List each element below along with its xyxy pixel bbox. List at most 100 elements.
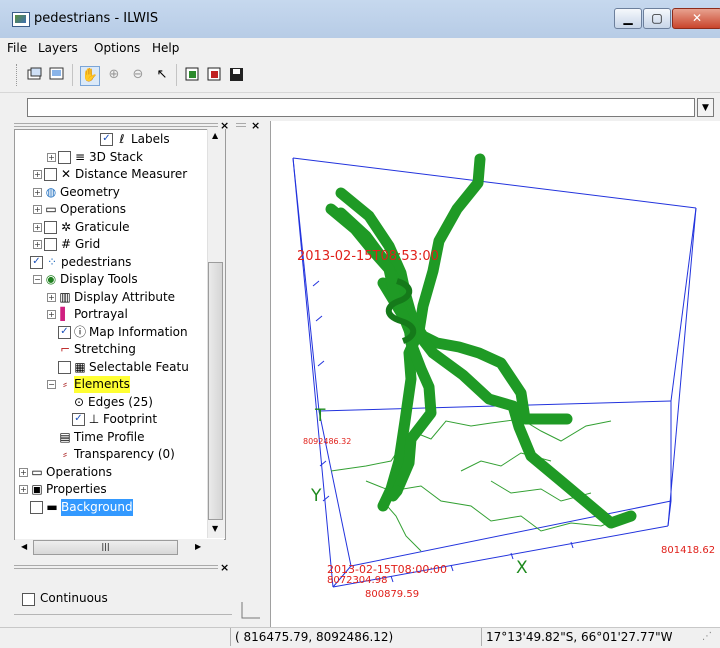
select-pointer-icon[interactable]: ↖ xyxy=(153,66,171,84)
expand-icon[interactable]: + xyxy=(47,152,56,162)
menu-help[interactable]: Help xyxy=(152,41,179,55)
tree-node-label: Operations xyxy=(60,202,126,216)
expand-icon[interactable]: + xyxy=(19,485,28,494)
panel2-divider xyxy=(14,614,232,625)
layer-checkbox[interactable]: ✓ xyxy=(58,325,71,339)
tree-node-label: Display Tools xyxy=(60,272,138,286)
new-window-icon[interactable] xyxy=(26,66,44,84)
axis-t-label: T xyxy=(314,406,326,426)
time-label-top: 2013-02-15T08:53:00 xyxy=(297,249,439,264)
toolbar-grip[interactable] xyxy=(16,64,20,86)
expand-icon[interactable]: + xyxy=(33,170,42,179)
save-icon[interactable] xyxy=(228,66,246,84)
map-info-icon: ⓘ xyxy=(73,324,86,339)
tree-panel-gripper[interactable] xyxy=(14,123,218,127)
add-layer-icon[interactable] xyxy=(184,66,202,84)
zoom-out-icon[interactable]: ⊖ xyxy=(129,66,147,84)
scroll-down-icon[interactable]: ▼ xyxy=(212,524,218,533)
tree-node-label: Portrayal xyxy=(74,307,128,321)
labels-icon: ℓ xyxy=(119,132,125,146)
edges-icon: ⊙ xyxy=(73,394,85,409)
map-view[interactable]: 2013-02-15T08:53:00 8092486.32 2013-02-1… xyxy=(270,121,720,627)
layer-checkbox[interactable]: ✓ xyxy=(100,133,113,146)
expand-icon[interactable]: + xyxy=(47,310,56,319)
layer-checkbox[interactable] xyxy=(58,150,71,164)
toolbar-separator xyxy=(72,64,73,86)
pan-hand-icon[interactable]: ✋ xyxy=(80,66,100,86)
continuous-checkbox[interactable] xyxy=(22,593,35,606)
layer-checkbox[interactable] xyxy=(30,500,43,514)
transparency-icon: ⸗ xyxy=(63,447,67,461)
map-panel-close-icon[interactable]: × xyxy=(251,119,260,132)
command-history-dropdown[interactable]: ▼ xyxy=(697,98,714,117)
tree-node-label: Operations xyxy=(46,464,112,479)
tree-node-label: Labels xyxy=(131,132,170,146)
minimize-button[interactable]: ▁ xyxy=(614,8,642,29)
resize-handle-icon[interactable] xyxy=(240,600,262,620)
panel2-gripper[interactable] xyxy=(14,565,218,569)
maximize-button[interactable]: ▢ xyxy=(643,8,671,29)
y-value-label: 8092486.32 xyxy=(303,437,351,446)
tree-node-label: Selectable Featu xyxy=(89,359,189,374)
stack-icon: ≡ xyxy=(74,149,86,164)
tree-vertical-scroll-thumb[interactable] xyxy=(208,262,223,520)
collapse-icon[interactable]: − xyxy=(47,380,56,389)
globe-icon: ◍ xyxy=(45,184,57,199)
tree-node-label: Time Profile xyxy=(74,429,145,444)
layer-checkbox[interactable]: ✓ xyxy=(72,413,85,426)
command-line-input[interactable] xyxy=(27,98,695,117)
x-min-label: 800879.59 xyxy=(365,589,419,600)
close-button[interactable]: ✕ xyxy=(672,8,720,29)
axis-x-label: X xyxy=(516,558,528,578)
graticule-icon: ✲ xyxy=(60,219,72,234)
menu-file[interactable]: File xyxy=(7,41,27,55)
menu-options[interactable]: Options xyxy=(94,41,140,55)
coordinate-readout: ( 816475.79, 8092486.12) xyxy=(230,628,480,646)
tree-node-label: Display Attribute xyxy=(74,289,176,304)
footprint-lines xyxy=(330,418,627,552)
expand-icon[interactable]: + xyxy=(47,292,56,302)
tree-node-label: Background xyxy=(61,498,133,516)
display-attribute-icon: ▥ xyxy=(59,289,71,304)
open-map-icon[interactable] xyxy=(48,66,66,84)
layer-checkbox[interactable] xyxy=(44,220,57,234)
expand-icon[interactable]: + xyxy=(33,205,42,214)
map-panel-gripper[interactable] xyxy=(236,123,246,127)
minimize-icon: ▁ xyxy=(623,11,633,25)
remove-layer-icon[interactable] xyxy=(206,66,224,84)
scroll-right-icon[interactable]: ▶ xyxy=(195,542,201,551)
panel2-close-icon[interactable]: × xyxy=(220,561,229,574)
tree-horizontal-scroll-thumb[interactable]: ||| xyxy=(33,540,178,555)
operations-icon: ▭ xyxy=(45,202,57,216)
scroll-left-icon[interactable]: ◀ xyxy=(21,542,27,551)
resize-grip-icon[interactable]: ⋰ xyxy=(702,631,712,642)
expand-icon[interactable]: + xyxy=(19,467,28,477)
toolbar-separator xyxy=(176,64,177,86)
expand-icon[interactable]: + xyxy=(33,187,42,197)
distance-measurer-icon: ✕ xyxy=(60,167,72,181)
layer-checkbox[interactable] xyxy=(44,238,57,251)
operations-icon: ▭ xyxy=(31,464,43,479)
tree-node-label: Graticule xyxy=(75,219,130,234)
expand-icon[interactable]: + xyxy=(33,222,42,232)
time-profile-icon: ▤ xyxy=(59,429,71,444)
menu-layers[interactable]: Layers xyxy=(38,41,78,55)
maximize-icon: ▢ xyxy=(651,11,663,25)
portrayal-icon: ▌ xyxy=(60,307,70,321)
tree-node-label: Grid xyxy=(75,237,101,251)
layer-checkbox[interactable]: ✓ xyxy=(30,255,43,269)
space-time-cube[interactable]: 2013-02-15T08:53:00 8092486.32 2013-02-1… xyxy=(271,121,720,627)
expand-icon[interactable]: + xyxy=(33,240,42,249)
y-min-label: 8072304.98 xyxy=(327,575,387,586)
zoom-in-icon[interactable]: ⊕ xyxy=(105,66,123,84)
scroll-up-icon[interactable]: ▲ xyxy=(212,131,218,140)
time-options-panel: Continuous xyxy=(14,576,232,626)
point-map-icon: ⁘ xyxy=(46,254,58,269)
grid-icon: # xyxy=(60,237,72,251)
tree-node-label: Edges (25) xyxy=(88,394,153,409)
tree-node-label: Distance Measurer xyxy=(75,167,188,181)
layer-checkbox[interactable] xyxy=(44,168,57,181)
tree-node-label: Stretching xyxy=(74,342,136,356)
layer-checkbox[interactable] xyxy=(58,360,71,374)
collapse-icon[interactable]: − xyxy=(33,275,42,284)
